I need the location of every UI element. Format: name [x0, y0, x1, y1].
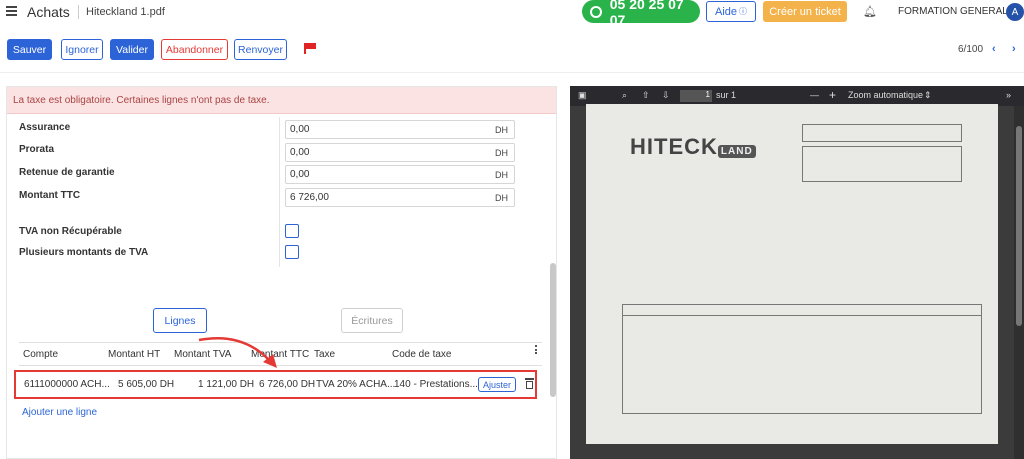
action-toolbar: Sauver Ignorer Valider Abandonner Renvoy…	[0, 39, 1024, 61]
invoice-number-box	[802, 124, 962, 142]
top-bar: Achats Hiteckland 1.pdf 05 20 25 07 07 A…	[0, 0, 1024, 28]
annotation-arrow	[198, 336, 277, 368]
pdf-viewer: ▣ ⌕ ⇧ ⇩ 1 sur 1 — + Zoom automatique ⇕ »…	[570, 86, 1024, 459]
col-taxe: Taxe	[314, 349, 336, 360]
form-column-divider	[279, 117, 280, 267]
cell-code-taxe: 140 - Prestations...	[394, 379, 478, 390]
cell-montant-ttc: 6 726,00 DH	[259, 379, 316, 390]
validate-button[interactable]: Valider	[110, 39, 154, 60]
abandon-button[interactable]: Abandonner	[161, 39, 228, 60]
prorata-value: 0,00	[290, 147, 310, 158]
checkbox-label-plusieurs-tva: Plusieurs montants de TVA	[19, 247, 149, 258]
retenue-input[interactable]: 0,00 DH	[285, 165, 515, 184]
field-label-assurance: Assurance	[19, 122, 71, 133]
double-chevron-right-icon[interactable]: »	[1006, 90, 1011, 100]
pager: 6/100	[958, 44, 984, 55]
pdf-scrollbar[interactable]	[1014, 106, 1024, 459]
assurance-value: 0,00	[290, 124, 310, 135]
ignore-button[interactable]: Ignorer	[61, 39, 103, 60]
arrow-down-icon[interactable]: ⇩	[662, 90, 670, 101]
hitech-logo: HITECK LAND	[630, 134, 756, 160]
field-label-montant-ttc: Montant TTC	[19, 190, 81, 201]
tva-non-recuperable-checkbox[interactable]	[285, 224, 299, 238]
adjust-button[interactable]: Ajuster	[478, 377, 516, 392]
app-title: Achats	[27, 4, 70, 20]
title-separator	[78, 5, 79, 19]
headset-icon	[590, 5, 602, 18]
page-number-input[interactable]: 1	[680, 90, 712, 102]
menu-icon[interactable]	[6, 6, 17, 16]
field-label-prorata: Prorata	[19, 144, 55, 155]
file-name: Hiteckland 1.pdf	[86, 6, 165, 18]
save-button[interactable]: Sauver	[7, 39, 52, 60]
invoice-lines-header	[622, 304, 982, 316]
montant-ttc-input[interactable]: 6 726,00 DH	[285, 188, 515, 207]
invoice-date-box	[802, 146, 962, 182]
tab-ecritures[interactable]: Écritures	[341, 308, 403, 333]
pdf-toolbar: ▣ ⌕ ⇧ ⇩ 1 sur 1 — + Zoom automatique ⇕ »	[570, 86, 1024, 106]
currency-unit: DH	[495, 192, 508, 203]
cell-montant-ht: 5 605,00 DH	[118, 379, 175, 390]
cell-taxe: TVA 20% ACHA...	[316, 379, 396, 390]
support-phone[interactable]: 05 20 25 07 07	[582, 0, 700, 28]
currency-unit: DH	[495, 147, 508, 158]
invoice-scan: HITECK LAND	[586, 104, 998, 444]
col-montant-ht: Montant HT	[108, 349, 161, 360]
chevron-right-icon[interactable]: ›	[1012, 43, 1016, 55]
trash-icon[interactable]	[525, 378, 534, 389]
prorata-input[interactable]: 0,00 DH	[285, 143, 515, 162]
sidebar-toggle-icon[interactable]: ▣	[578, 90, 587, 101]
chevron-updown-icon: ⇕	[924, 90, 932, 100]
retenue-value: 0,00	[290, 169, 310, 180]
montant-ttc-value: 6 726,00	[290, 192, 329, 203]
invoice-lines-table	[622, 304, 982, 414]
invoice-form-panel: La taxe est obligatoire. Certaines ligne…	[6, 86, 557, 459]
flag-icon[interactable]	[304, 43, 316, 54]
assurance-input[interactable]: 0,00 DH	[285, 120, 515, 139]
page-count: sur 1	[716, 90, 737, 100]
arrow-up-icon[interactable]: ⇧	[642, 90, 650, 101]
search-icon[interactable]: ⌕	[622, 90, 627, 101]
cell-account: 6111000000 ACH...	[24, 379, 110, 390]
col-code-taxe: Code de taxe	[392, 349, 452, 360]
cell-montant-tva: 1 121,00 DH	[198, 379, 255, 390]
zoom-out-button[interactable]: —	[810, 90, 819, 100]
resend-button[interactable]: Renvoyer	[234, 39, 287, 60]
col-compte: Compte	[23, 349, 59, 360]
question-circle-icon: ⓘ	[739, 7, 748, 16]
currency-unit: DH	[495, 124, 508, 135]
add-line-link[interactable]: Ajouter une ligne	[22, 407, 97, 418]
organization-name[interactable]: FORMATION GENERALE	[898, 6, 1015, 17]
create-ticket-button[interactable]: Créer un ticket	[763, 1, 847, 22]
help-button[interactable]: Aide ⓘ	[706, 1, 756, 22]
avatar[interactable]: A	[1006, 3, 1024, 21]
tax-alert: La taxe est obligatoire. Certaines ligne…	[7, 87, 556, 114]
support-phone-number: 05 20 25 07 07	[609, 0, 684, 28]
header-divider	[0, 72, 1024, 73]
table-row[interactable]: 6111000000 ACH... 5 605,00 DH 1 121,00 D…	[14, 370, 537, 399]
panel-scrollbar[interactable]	[550, 263, 556, 397]
help-label: Aide	[714, 5, 738, 18]
bell-icon[interactable]: 🔔︎	[863, 5, 877, 18]
zoom-in-button[interactable]: +	[829, 88, 836, 102]
plusieurs-tva-checkbox[interactable]	[285, 245, 299, 259]
checkbox-label-tva-non-recuperable: TVA non Récupérable	[19, 226, 122, 237]
chevron-left-icon[interactable]: ‹	[992, 43, 996, 55]
field-label-retenue: Retenue de garantie	[19, 167, 115, 178]
tab-lignes[interactable]: Lignes	[153, 308, 207, 333]
column-options-icon[interactable]	[535, 345, 538, 355]
zoom-select[interactable]: Zoom automatique	[848, 90, 923, 100]
currency-unit: DH	[495, 169, 508, 180]
